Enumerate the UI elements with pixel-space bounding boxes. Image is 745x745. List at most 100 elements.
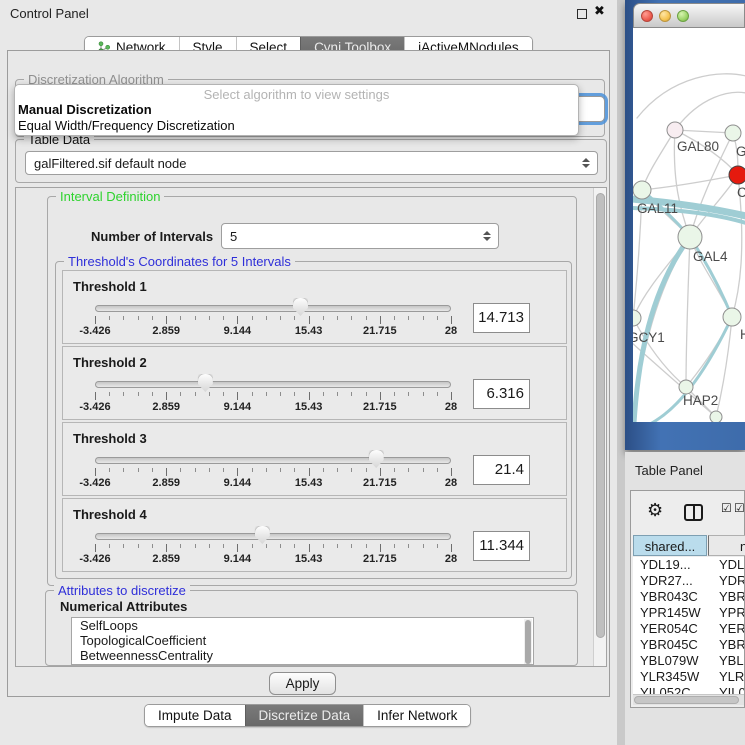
node-label: GAL11 (637, 201, 678, 216)
close-button[interactable] (641, 10, 653, 22)
vertical-scrollbar[interactable] (593, 188, 606, 666)
close-icon[interactable]: ✖ (594, 4, 605, 19)
network-node-h[interactable] (723, 308, 741, 326)
slider-thumb[interactable] (255, 526, 270, 544)
window-titlebar[interactable] (633, 3, 745, 28)
cell-shared-name: YBL079W (640, 653, 699, 669)
network-edge[interactable] (675, 130, 733, 133)
slider-track[interactable] (95, 533, 451, 540)
network-node-c[interactable] (729, 166, 745, 184)
slider-track[interactable] (95, 457, 451, 464)
slider-thumb[interactable] (198, 374, 213, 392)
cell-shared-name: YBR043C (640, 589, 698, 605)
threshold-panel-3: Threshold 3-3.4262.8599.14415.4321.71528… (62, 422, 567, 496)
node-label: GAL4 (693, 249, 728, 264)
list-scrollbar[interactable] (524, 619, 532, 665)
threshold-value-field[interactable]: 14.713 (473, 303, 530, 333)
dropdown-hint: Select algorithm to view settings (15, 87, 578, 102)
network-edge[interactable] (642, 130, 675, 190)
tick-label: -3.426 (79, 401, 110, 413)
scrollbar-thumb[interactable] (596, 193, 605, 638)
network-edge[interactable] (675, 92, 745, 130)
algorithm-dropdown-popup: Select algorithm to view settings Manual… (14, 84, 579, 136)
table-row[interactable]: YDR27...YDR2 (633, 573, 744, 589)
slider-ticks (95, 544, 451, 553)
slider-thumb[interactable] (293, 298, 308, 316)
network-canvas[interactable]: GAL80GACGAL11GAL4GCY1HHAP2 (633, 28, 745, 422)
float-window-icon[interactable] (577, 9, 587, 19)
network-edge[interactable] (642, 175, 738, 190)
network-node-gcy1[interactable] (633, 310, 641, 326)
cell-shared-name: YDL19... (640, 557, 691, 573)
network-edge[interactable] (686, 237, 690, 387)
threshold-value-field[interactable]: 6.316 (473, 379, 530, 409)
table-row[interactable]: YBR043C YBR0 (633, 589, 744, 605)
network-node-hap2[interactable] (679, 380, 693, 394)
network-edge[interactable] (637, 74, 745, 118)
tick-label: 28 (445, 401, 457, 413)
table-row[interactable]: YBL079WYBL0 (633, 653, 744, 669)
group-title: Interval Definition (56, 189, 164, 204)
tick-label: 2.859 (152, 325, 180, 337)
threshold-value-field[interactable]: 11.344 (473, 531, 530, 561)
tab-infer-network[interactable]: Infer Network (363, 705, 470, 726)
threshold-label: Threshold 1 (73, 279, 147, 294)
slider-ticks (95, 392, 451, 401)
column-header-shared-name[interactable]: shared... (633, 535, 707, 556)
attribute-item-betweennesscentrality[interactable]: BetweennessCentrality (72, 648, 533, 663)
slider-tick-labels: -3.4262.8599.14415.4321.71528 (95, 401, 451, 414)
checkbox-icon[interactable]: ☑ (721, 501, 732, 515)
apply-button[interactable]: Apply (269, 672, 336, 695)
checkbox-icon[interactable]: ☑ (734, 501, 745, 515)
slider-ticks (95, 316, 451, 325)
tab-discretize-data[interactable]: Discretize Data (245, 705, 364, 726)
horizontal-scrollbar[interactable] (633, 694, 744, 705)
table-rows: YDL19...YDL1YDR27...YDR2YBR043C YBR0YPR14… (633, 557, 744, 696)
cell-name: YLR3 (719, 669, 744, 685)
network-edge[interactable] (686, 317, 732, 387)
dropdown-option-manual-discretization[interactable]: Manual Discretization (15, 102, 578, 118)
attribute-item-selfloops[interactable]: SelfLoops (72, 618, 533, 633)
control-panel-title: Control Panel (10, 6, 89, 21)
slider-thumb[interactable] (369, 450, 384, 468)
table-data-combobox[interactable]: galFiltered.sif default node (25, 151, 598, 175)
network-node-gal4[interactable] (678, 225, 702, 249)
cell-shared-name: YLR345W (640, 669, 699, 685)
table-row[interactable]: YPR145WYPR1 (633, 605, 744, 621)
number-of-intervals-combobox[interactable]: 5 (221, 223, 499, 249)
slider-track[interactable] (95, 381, 451, 388)
scrollbar-thumb[interactable] (525, 620, 531, 664)
dropdown-option-equal-width-frequency-discretization[interactable]: Equal Width/Frequency Discretization (15, 118, 578, 134)
columns-icon[interactable] (684, 504, 703, 521)
threshold-panel-4: Threshold 4 -3.4262.8599.14415.4321.71528… (62, 498, 567, 572)
threshold-label: Threshold 4 (73, 507, 147, 522)
slider-tick-labels: -3.4262.8599.14415.4321.71528 (95, 325, 451, 338)
network-node-ga[interactable] (725, 125, 741, 141)
network-node-gal80[interactable] (667, 122, 683, 138)
cell-name: YBR0 (719, 589, 744, 605)
gear-icon[interactable]: ⚙ (647, 500, 663, 521)
tick-label: 21.715 (363, 401, 397, 413)
table-header-row: shared... na (633, 535, 744, 556)
tab-impute-data[interactable]: Impute Data (145, 705, 245, 726)
zoom-button[interactable] (677, 10, 689, 22)
table-row[interactable]: YDL19...YDL1 (633, 557, 744, 573)
number-of-intervals-value: 5 (230, 229, 237, 244)
slider-ticks (95, 468, 451, 477)
tick-label: -3.426 (79, 553, 110, 565)
table-row[interactable]: YLR345W YLR3 (633, 669, 744, 685)
tick-label: 9.144 (224, 477, 252, 489)
attribute-item-topologicalcoefficient[interactable]: TopologicalCoefficient (72, 633, 533, 648)
threshold-value-field[interactable]: 21.4 (473, 455, 530, 485)
network-node-gal11[interactable] (633, 181, 651, 199)
scrollbar-thumb[interactable] (634, 696, 739, 704)
network-node[interactable] (710, 411, 722, 422)
column-header-name[interactable]: na (708, 535, 745, 556)
slider-track[interactable] (95, 305, 451, 312)
minimize-button[interactable] (659, 10, 671, 22)
slider-tick-labels: -3.4262.8599.14415.4321.71528 (95, 553, 451, 566)
table-row[interactable]: YER054CYER0 (633, 621, 744, 637)
tick-label: 21.715 (363, 477, 397, 489)
table-row[interactable]: YBR045CYBR0 (633, 637, 744, 653)
tick-label: 9.144 (224, 553, 252, 565)
